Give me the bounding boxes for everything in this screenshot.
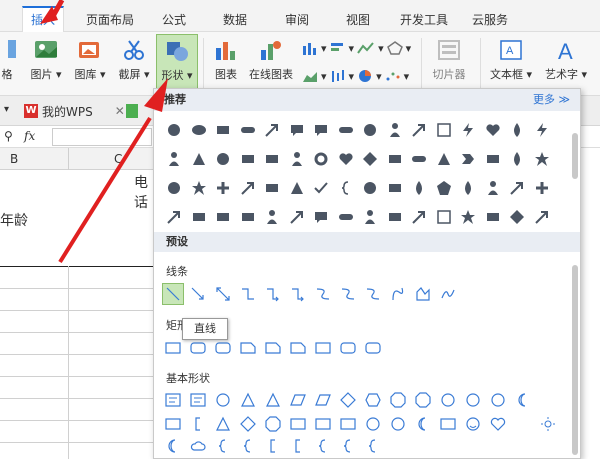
- red-arrow-annotation: [40, 0, 168, 264]
